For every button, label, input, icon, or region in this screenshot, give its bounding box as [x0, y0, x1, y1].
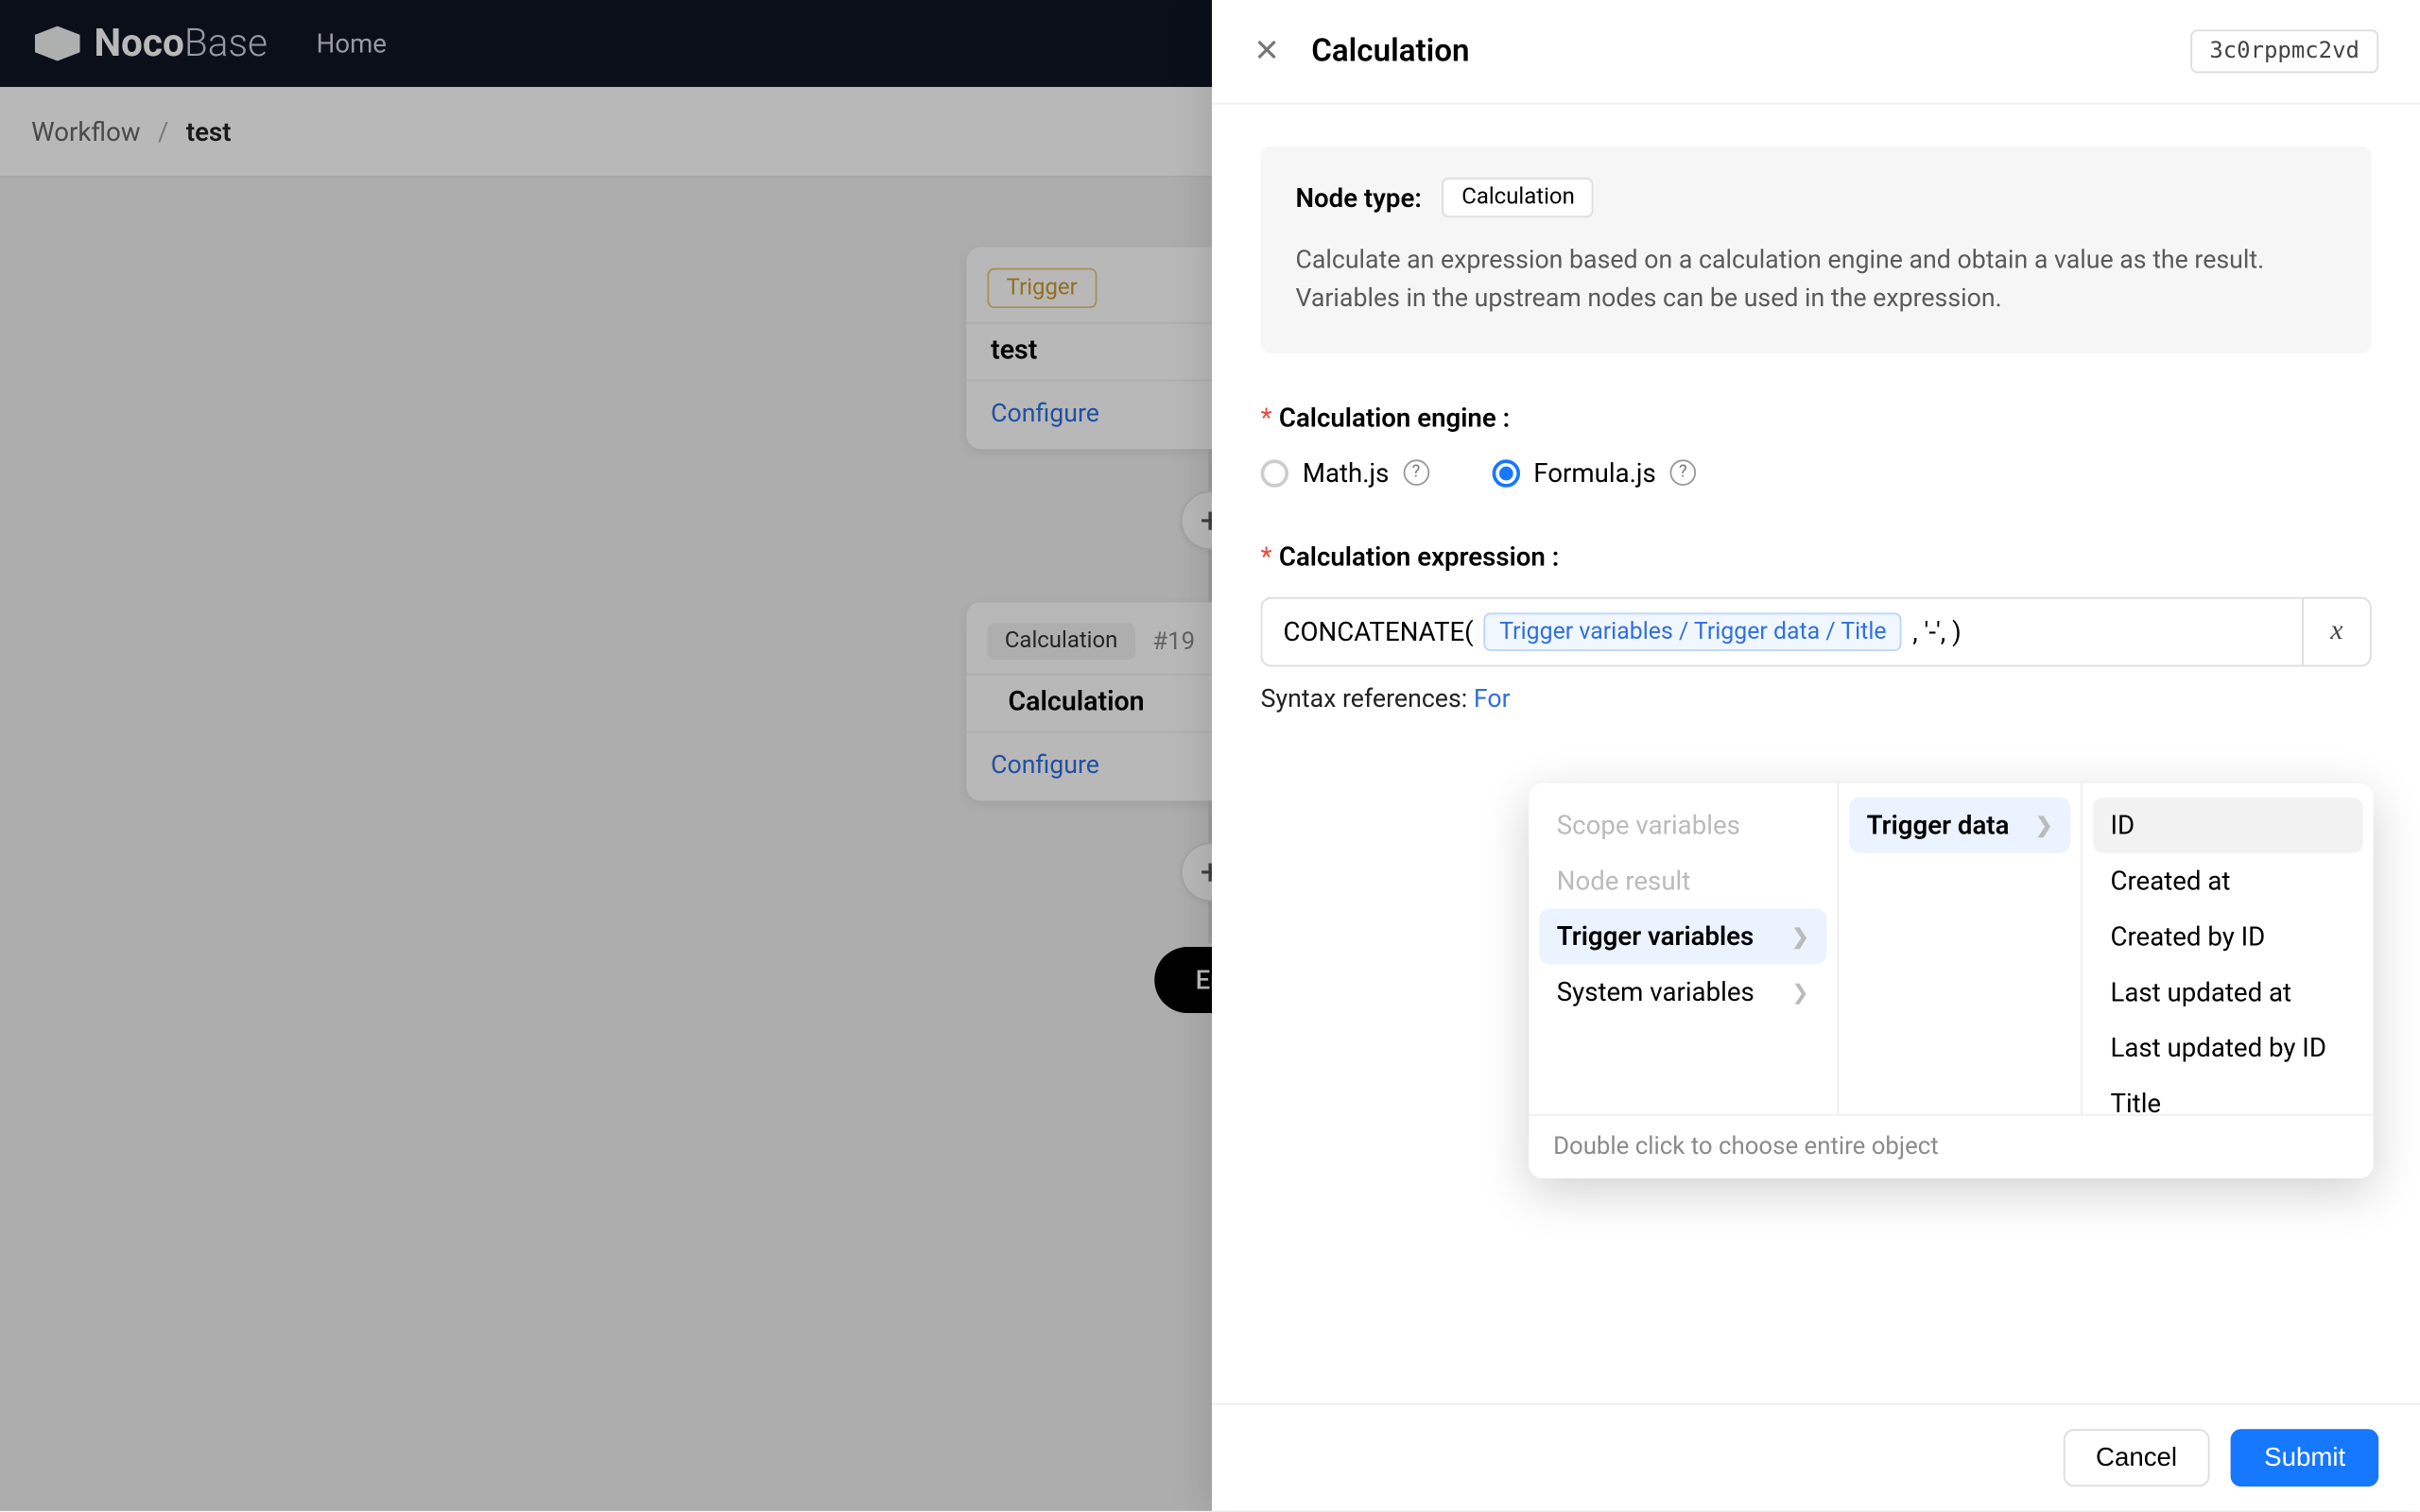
- help-icon[interactable]: ?: [1403, 459, 1429, 486]
- drawer-header: ✕ Calculation 3c0rppmc2vd: [1212, 0, 2420, 105]
- radio-mathjs[interactable]: Math.js ?: [1261, 457, 1429, 489]
- radio-label: Math.js: [1303, 457, 1390, 489]
- expr-text: , '-', ): [1912, 615, 1962, 646]
- cascader-option-created-at[interactable]: Created at: [2093, 853, 2363, 909]
- drawer: ✕ Calculation 3c0rppmc2vd Node type: Cal…: [1212, 0, 2420, 1511]
- expr-label: *Calculation expression :: [1261, 541, 2372, 572]
- node-type-label: Node type:: [1295, 181, 1421, 213]
- submit-button[interactable]: Submit: [2231, 1429, 2378, 1486]
- variable-token[interactable]: Trigger variables / Trigger data / Title: [1484, 611, 1902, 650]
- chevron-right-icon: ❯: [1791, 980, 1809, 1005]
- engine-radios: Math.js ? Formula.js ?: [1261, 457, 2372, 489]
- drawer-title: Calculation: [1311, 33, 1469, 70]
- cascader-option-trigger-data[interactable]: Trigger data❯: [1849, 798, 2070, 853]
- cascader-option-created-by-id[interactable]: Created by ID: [2093, 909, 2363, 965]
- cascader-option-title[interactable]: Title: [2093, 1075, 2363, 1114]
- cascader-option-node-result: Node result: [1539, 853, 1826, 909]
- node-key-badge[interactable]: 3c0rppmc2vd: [2190, 29, 2378, 73]
- expression-input[interactable]: CONCATENATE( Trigger variables / Trigger…: [1261, 596, 2303, 666]
- cascader-option-last-updated-at[interactable]: Last updated at: [2093, 964, 2363, 1020]
- help-icon[interactable]: ?: [1670, 459, 1697, 486]
- cascader-hint: Double click to choose entire object: [1529, 1114, 2373, 1178]
- radio-icon: [1492, 458, 1519, 486]
- radio-label: Formula.js: [1533, 457, 1655, 489]
- drawer-footer: Cancel Submit: [1212, 1403, 2420, 1511]
- node-type-tag: Calculation: [1443, 178, 1594, 217]
- cascader-option-trigger-variables[interactable]: Trigger variables❯: [1539, 909, 1826, 965]
- variable-picker-button[interactable]: x: [2302, 596, 2372, 666]
- engine-label: *Calculation engine :: [1261, 402, 2372, 433]
- cascader-option-scope: Scope variables: [1539, 798, 1826, 853]
- cascader-col-2: Trigger data❯: [1839, 783, 2083, 1114]
- cascader-option-system-variables[interactable]: System variables❯: [1539, 964, 1826, 1020]
- syntax-reference: Syntax references: For: [1261, 683, 2372, 713]
- expr-text: CONCATENATE(: [1284, 615, 1474, 646]
- variable-cascader: Scope variables Node result Trigger vari…: [1529, 783, 2373, 1178]
- drawer-body: Node type: Calculation Calculate an expr…: [1212, 105, 2420, 1403]
- chevron-right-icon: ❯: [1791, 924, 1809, 949]
- cascader-col-1: Scope variables Node result Trigger vari…: [1529, 783, 1839, 1114]
- cascader-option-last-updated-by-id[interactable]: Last updated by ID: [2093, 1020, 2363, 1075]
- cascader-col-3: ID Created at Created by ID Last updated…: [2083, 783, 2374, 1114]
- radio-formulajs[interactable]: Formula.js ?: [1492, 457, 1696, 489]
- node-info-box: Node type: Calculation Calculate an expr…: [1261, 146, 2372, 352]
- close-icon[interactable]: ✕: [1253, 36, 1280, 67]
- cascader-option-id[interactable]: ID: [2093, 798, 2363, 853]
- node-type-desc: Calculate an expression based on a calcu…: [1295, 242, 2337, 318]
- radio-icon: [1261, 458, 1288, 486]
- cancel-button[interactable]: Cancel: [2063, 1429, 2210, 1486]
- chevron-right-icon: ❯: [2035, 813, 2053, 837]
- syntax-link[interactable]: For: [1474, 683, 1511, 713]
